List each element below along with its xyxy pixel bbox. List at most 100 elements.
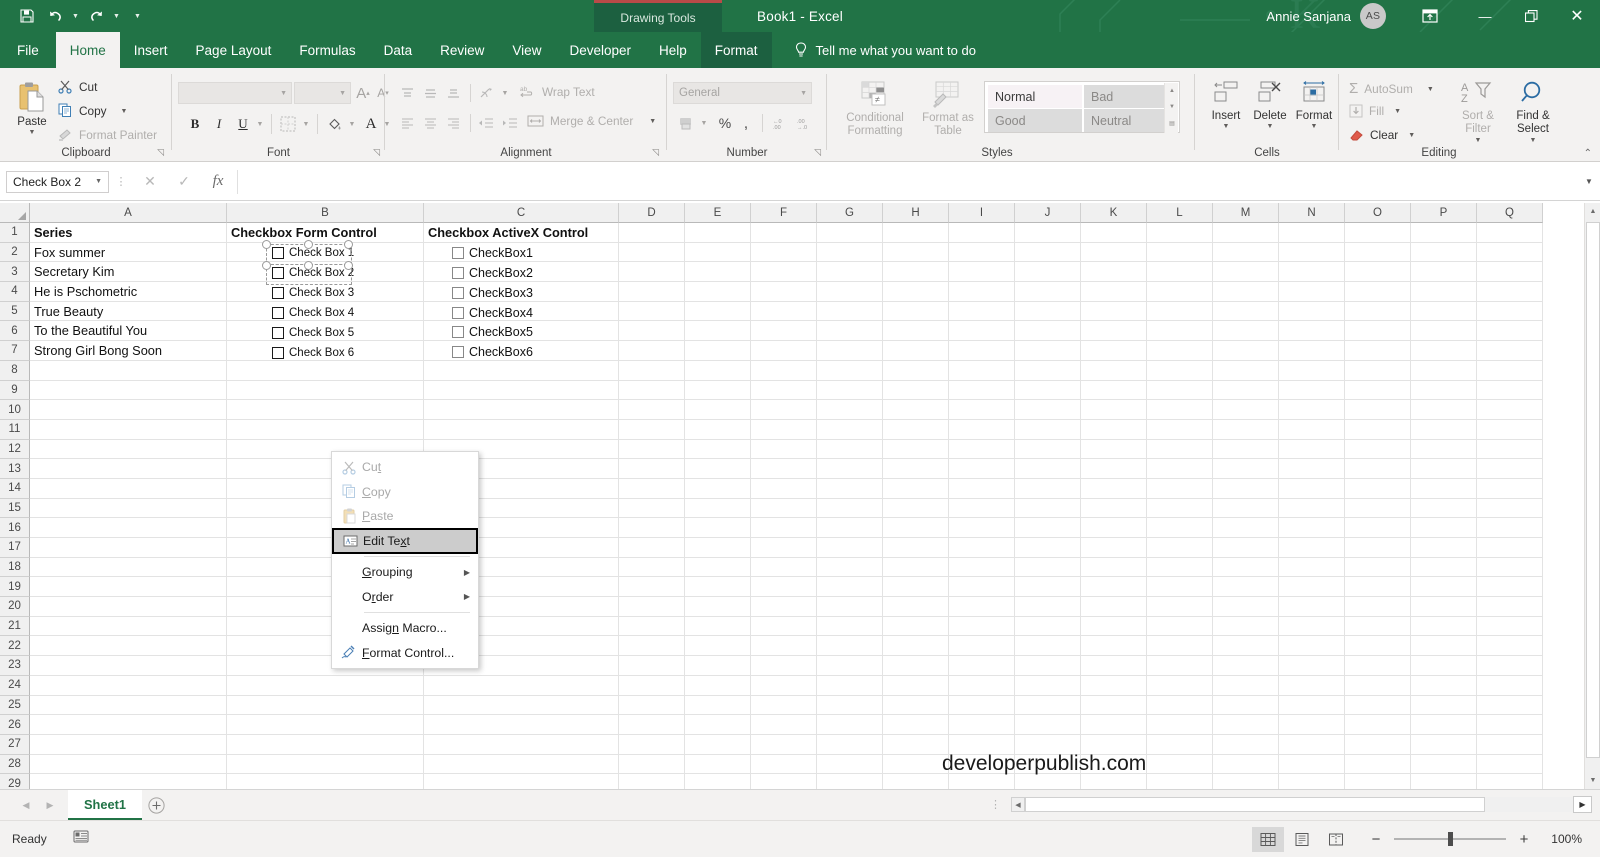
column-header-N[interactable]: N <box>1279 203 1345 223</box>
menu-item-cut[interactable]: Cut <box>332 455 478 480</box>
activex-checkbox-4[interactable]: CheckBox4 <box>452 306 533 320</box>
cell-G25[interactable] <box>817 695 883 716</box>
cell-J16[interactable] <box>1015 518 1081 538</box>
cell-F18[interactable] <box>751 557 817 578</box>
cell-H14[interactable] <box>883 478 949 499</box>
more-styles-icon[interactable]: ▤ <box>1165 115 1179 131</box>
cell-M4[interactable] <box>1213 282 1279 302</box>
cell-D12[interactable] <box>619 439 685 460</box>
row-header-7[interactable]: 7 <box>0 341 30 361</box>
cell-M16[interactable] <box>1213 518 1279 538</box>
cell-N15[interactable] <box>1279 498 1345 519</box>
menu-item-format-control[interactable]: Format Control... <box>332 641 478 666</box>
cell-I21[interactable] <box>949 616 1015 637</box>
tab-help[interactable]: Help <box>645 32 701 68</box>
cell-G3[interactable] <box>817 262 883 283</box>
checkbox-square-icon[interactable] <box>452 306 464 319</box>
cell-M7[interactable] <box>1213 341 1279 361</box>
cell-P8[interactable] <box>1411 360 1477 381</box>
cell-G13[interactable] <box>817 459 883 479</box>
cell-K5[interactable] <box>1081 301 1147 322</box>
cell-F15[interactable] <box>751 498 817 519</box>
merge-center-button[interactable]: Merge & Center ▼ <box>527 114 656 128</box>
cell-D16[interactable] <box>619 518 685 538</box>
cell-I12[interactable] <box>949 439 1015 460</box>
cell-G21[interactable] <box>817 616 883 637</box>
cell-P9[interactable] <box>1411 380 1477 401</box>
cell-M17[interactable] <box>1213 538 1279 558</box>
cell-L9[interactable] <box>1147 380 1213 401</box>
tab-review[interactable]: Review <box>426 32 498 68</box>
cell-I13[interactable] <box>949 459 1015 479</box>
cell-P27[interactable] <box>1411 734 1477 755</box>
column-header-A[interactable]: A <box>30 203 227 223</box>
cell-N10[interactable] <box>1279 400 1345 420</box>
cell-I6[interactable] <box>949 321 1015 342</box>
cell-J6[interactable] <box>1015 321 1081 342</box>
cell-M21[interactable] <box>1213 616 1279 637</box>
cell-D25[interactable] <box>619 695 685 716</box>
alignment-dialog-launcher[interactable]: ◹ <box>652 147 659 158</box>
cell-J4[interactable] <box>1015 282 1081 302</box>
format-as-table-button[interactable]: Format as Table <box>917 80 979 138</box>
align-right-button[interactable] <box>441 112 465 134</box>
cell-I2[interactable] <box>949 242 1015 263</box>
cell-E2[interactable] <box>685 242 751 263</box>
cell-P23[interactable] <box>1411 656 1477 676</box>
zoom-slider-thumb[interactable] <box>1448 832 1453 846</box>
cell-F14[interactable] <box>751 478 817 499</box>
cell-N13[interactable] <box>1279 459 1345 479</box>
cell-D15[interactable] <box>619 498 685 519</box>
cell-A3[interactable]: Secretary Kim <box>30 262 227 283</box>
cell-A13[interactable] <box>30 459 227 479</box>
cell-E4[interactable] <box>685 282 751 302</box>
cell-I8[interactable] <box>949 360 1015 381</box>
cell-F8[interactable] <box>751 360 817 381</box>
cell-E9[interactable] <box>685 380 751 401</box>
collapse-ribbon-icon[interactable]: ⌃ <box>1584 148 1592 159</box>
cell-Q24[interactable] <box>1477 675 1543 696</box>
cell-A23[interactable] <box>30 656 227 676</box>
cell-J15[interactable] <box>1015 498 1081 519</box>
cell-A11[interactable] <box>30 419 227 440</box>
previous-sheet-icon[interactable]: ◀ <box>14 792 38 818</box>
cell-H13[interactable] <box>883 459 949 479</box>
cell-Q2[interactable] <box>1477 242 1543 263</box>
cell-G4[interactable] <box>817 282 883 302</box>
row-header-6[interactable]: 6 <box>0 321 30 342</box>
cell-P29[interactable] <box>1411 774 1477 789</box>
cell-A26[interactable] <box>30 715 227 735</box>
cell-E22[interactable] <box>685 636 751 657</box>
cell-C27[interactable] <box>424 734 619 755</box>
cell-H7[interactable] <box>883 341 949 361</box>
cell-Q4[interactable] <box>1477 282 1543 302</box>
fill-color-dropdown-icon[interactable]: ▼ <box>346 112 358 136</box>
resize-handle-middle-right[interactable] <box>344 261 353 270</box>
cell-O18[interactable] <box>1345 557 1411 578</box>
cell-M20[interactable] <box>1213 597 1279 617</box>
row-header-3[interactable]: 3 <box>0 262 30 283</box>
style-good[interactable]: Good <box>988 109 1082 132</box>
cell-O23[interactable] <box>1345 656 1411 676</box>
cell-O21[interactable] <box>1345 616 1411 637</box>
cell-O1[interactable] <box>1345 223 1411 243</box>
wrap-text-button[interactable]: ab Wrap Text <box>520 84 595 99</box>
row-header-27[interactable]: 27 <box>0 734 30 755</box>
cell-J14[interactable] <box>1015 478 1081 499</box>
row-header-18[interactable]: 18 <box>0 557 30 578</box>
resize-handle-top-right[interactable] <box>344 240 353 249</box>
cell-A4[interactable]: He is Pschometric <box>30 282 227 302</box>
redo-icon[interactable] <box>83 4 109 28</box>
cell-K9[interactable] <box>1081 380 1147 401</box>
cell-E20[interactable] <box>685 597 751 617</box>
cell-Q27[interactable] <box>1477 734 1543 755</box>
format-cells-button[interactable]: Format ▼ <box>1292 80 1336 130</box>
cell-F27[interactable] <box>751 734 817 755</box>
add-sheet-button[interactable] <box>142 790 172 820</box>
cell-E12[interactable] <box>685 439 751 460</box>
fill-color-button[interactable] <box>322 112 346 136</box>
format-painter-button[interactable]: Format Painter <box>58 127 157 142</box>
cell-F21[interactable] <box>751 616 817 637</box>
row-header-8[interactable]: 8 <box>0 360 30 381</box>
cell-C26[interactable] <box>424 715 619 735</box>
